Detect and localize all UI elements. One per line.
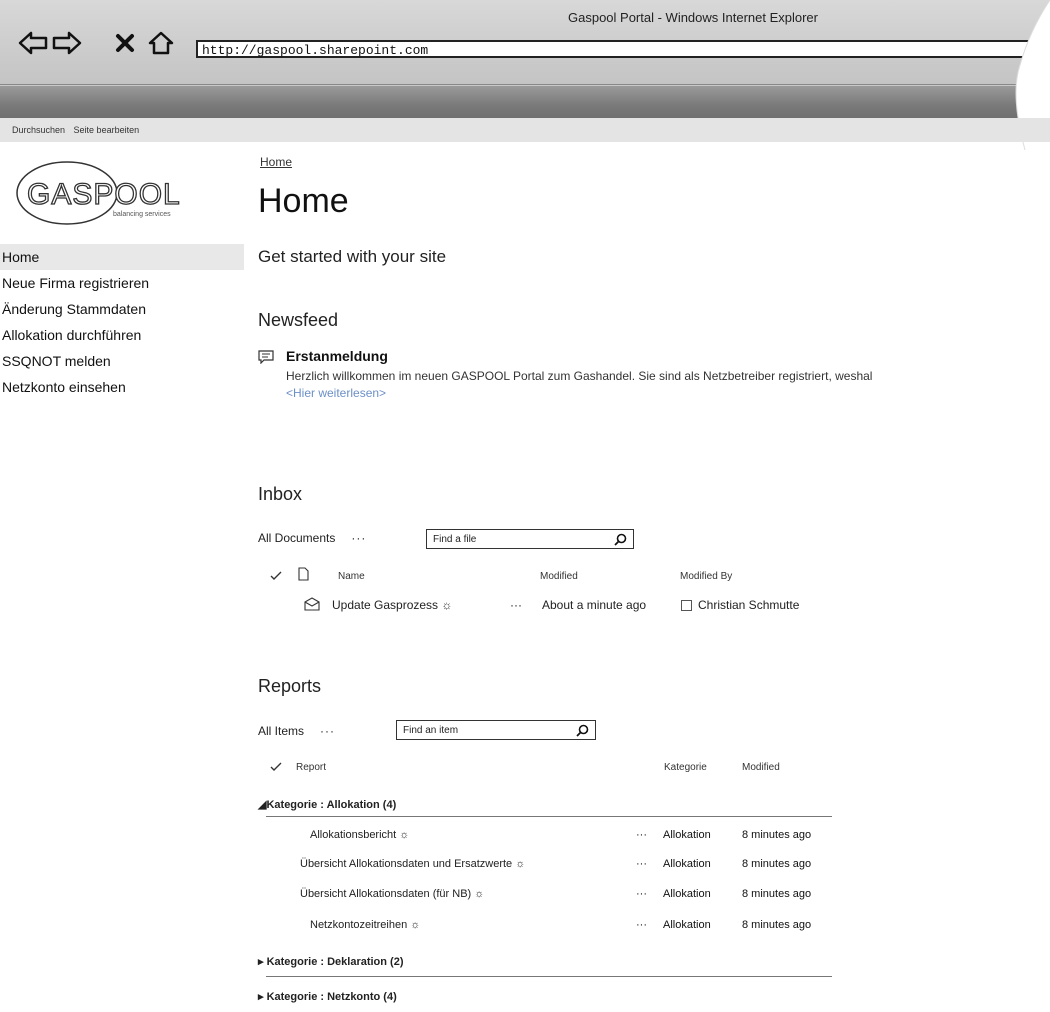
- forward-arrow-icon[interactable]: [52, 28, 82, 58]
- page-title: Home: [258, 182, 349, 220]
- inbox-search-input[interactable]: Find a file: [426, 529, 634, 549]
- inbox-row-modified-by[interactable]: Christian Schmutte: [698, 598, 799, 612]
- reports-search-input[interactable]: Find an item: [396, 720, 596, 740]
- report-row-modified: 8 minutes ago: [742, 858, 812, 870]
- back-arrow-icon[interactable]: [18, 28, 48, 58]
- select-all-check-icon[interactable]: [270, 571, 282, 581]
- group-header-allokation[interactable]: ◢Kategorie : Allokation (4): [258, 798, 396, 811]
- report-row-kategorie: Allokation: [663, 829, 711, 841]
- report-row-modified: 8 minutes ago: [742, 888, 812, 900]
- inbox-heading: Inbox: [258, 484, 303, 504]
- report-row-name[interactable]: Übersicht Allokationsdaten und Ersatzwer…: [300, 858, 525, 870]
- group-divider: [266, 976, 832, 977]
- inbox-view-selector: All Documents ···: [258, 531, 366, 545]
- group-header-deklaration[interactable]: ▸ Kategorie : Deklaration (2): [258, 955, 404, 968]
- nav-item-register-company[interactable]: Neue Firma registrieren: [0, 270, 244, 296]
- expand-triangle-icon[interactable]: ▸: [258, 991, 267, 1003]
- inbox-search-placeholder: Find a file: [433, 534, 477, 545]
- reports-more-button[interactable]: ···: [320, 724, 335, 738]
- comment-icon: [258, 350, 274, 364]
- nav-item-change-master-data[interactable]: Änderung Stammdaten: [0, 296, 244, 322]
- newsfeed-heading: Newsfeed: [258, 310, 339, 330]
- inbox-view-all-documents[interactable]: All Documents: [258, 531, 335, 545]
- report-row-modified: 8 minutes ago: [742, 919, 812, 931]
- report-row-more[interactable]: ···: [636, 858, 647, 870]
- nav-item-home[interactable]: Home: [0, 244, 244, 270]
- nav-item-netzkonto[interactable]: Netzkonto einsehen: [0, 374, 244, 400]
- report-row-more[interactable]: ···: [636, 829, 647, 841]
- search-icon[interactable]: [614, 533, 627, 546]
- search-icon[interactable]: [576, 724, 589, 737]
- report-row-more[interactable]: ···: [636, 888, 647, 900]
- file-type-icon: [298, 567, 309, 581]
- ribbon-edit-page[interactable]: Seite bearbeiten: [74, 125, 140, 135]
- nav-item-allocation[interactable]: Allokation durchführen: [0, 322, 244, 348]
- col-header-modified-by[interactable]: Modified By: [680, 571, 732, 582]
- reports-search-placeholder: Find an item: [403, 725, 459, 736]
- ribbon-browse[interactable]: Durchsuchen: [12, 125, 65, 135]
- news-post-title[interactable]: Erstanmeldung: [286, 348, 388, 364]
- reports-view-selector: All Items ···: [258, 724, 335, 738]
- col-header-modified[interactable]: Modified: [540, 571, 578, 582]
- col-header-report[interactable]: Report: [296, 762, 326, 773]
- inbox-row-name[interactable]: Update Gasprozess ☼: [332, 598, 452, 612]
- news-post-body: Herzlich willkommen im neuen GASPOOL Por…: [286, 369, 873, 383]
- get-started-heading[interactable]: Get started with your site: [258, 247, 446, 267]
- nav-item-ssqnot[interactable]: SSQNOT melden: [0, 348, 244, 374]
- report-row-name[interactable]: Übersicht Allokationsdaten (für NB) ☼: [300, 888, 484, 900]
- inbox-row-more[interactable]: ···: [510, 598, 522, 612]
- expand-triangle-icon[interactable]: ▸: [258, 956, 267, 968]
- inbox-row-modified: About a minute ago: [542, 598, 647, 612]
- read-more-link[interactable]: <Hier weiterlesen>: [286, 386, 386, 400]
- svg-text:balancing services: balancing services: [113, 211, 171, 218]
- svg-text:GASPOOL: GASPOOL: [27, 178, 181, 211]
- group-divider: [266, 816, 832, 817]
- document-icon: [304, 597, 320, 611]
- report-row-name[interactable]: Allokationsbericht ☼: [310, 829, 409, 841]
- col-header-kategorie[interactable]: Kategorie: [664, 762, 707, 773]
- report-row-kategorie: Allokation: [663, 858, 711, 870]
- report-row-kategorie: Allokation: [663, 888, 711, 900]
- report-row-kategorie: Allokation: [663, 919, 711, 931]
- col-header-report-modified[interactable]: Modified: [742, 762, 780, 773]
- reports-view-all-items[interactable]: All Items: [258, 724, 304, 738]
- inbox-more-button[interactable]: ···: [351, 531, 366, 545]
- report-row-more[interactable]: ···: [636, 919, 647, 931]
- stop-icon[interactable]: [110, 28, 140, 58]
- main-content: Home Home Get started with your site New…: [258, 0, 1050, 1012]
- group-header-netzkonto[interactable]: ▸ Kategorie : Netzkonto (4): [258, 990, 397, 1003]
- home-icon[interactable]: [146, 28, 176, 58]
- presence-checkbox[interactable]: [681, 600, 692, 611]
- breadcrumb-home[interactable]: Home: [260, 155, 292, 169]
- gaspool-logo: GASPOOL balancing services: [16, 161, 181, 225]
- select-all-check-icon[interactable]: [270, 762, 282, 772]
- col-header-name[interactable]: Name: [338, 571, 365, 582]
- quick-launch-nav: Home Neue Firma registrieren Änderung St…: [0, 244, 244, 400]
- reports-heading: Reports: [258, 676, 322, 696]
- report-row-name[interactable]: Netzkontozeitreihen ☼: [310, 919, 420, 931]
- report-row-modified: 8 minutes ago: [742, 829, 812, 841]
